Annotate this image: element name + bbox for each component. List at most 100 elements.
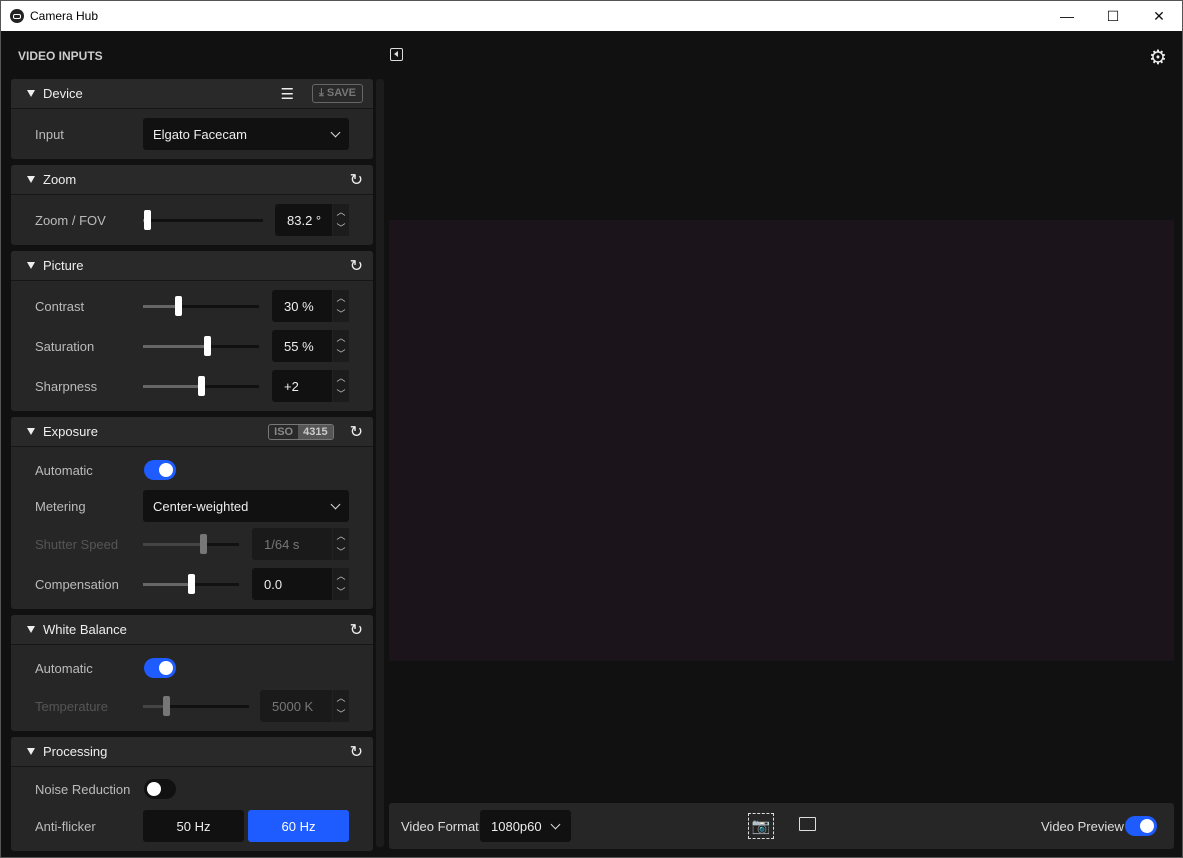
reset-icon[interactable]: ↻ xyxy=(350,422,363,442)
temperature-slider[interactable] xyxy=(143,695,249,716)
temperature-label: Temperature xyxy=(35,698,108,714)
saturation-slider[interactable] xyxy=(143,335,259,356)
window-title: Camera Hub xyxy=(30,9,99,23)
stepper[interactable]: ︿ ﹀ xyxy=(332,568,349,600)
collapse-triangle-icon[interactable] xyxy=(27,748,35,755)
camera-snapshot-icon[interactable]: 📷 xyxy=(747,812,775,840)
adjust-sliders-icon[interactable]: ☰ xyxy=(280,85,293,103)
save-button[interactable]: ⤓ SAVE xyxy=(311,84,363,103)
collapse-triangle-icon[interactable] xyxy=(27,176,35,183)
contrast-value-field[interactable]: 30 % ︿ ﹀ xyxy=(272,290,349,322)
video-preview xyxy=(389,220,1174,661)
input-label: Input xyxy=(35,126,64,142)
chevron-down-icon xyxy=(330,127,341,137)
anti-flicker-label: Anti-flicker xyxy=(35,818,96,834)
temperature-value-field[interactable]: 5000 K ︿ ﹀ xyxy=(260,690,349,722)
collapse-triangle-icon[interactable] xyxy=(27,90,35,97)
noise-reduction-label: Noise Reduction xyxy=(35,781,131,797)
iso-badge: ISO 4315 xyxy=(268,423,334,440)
input-select[interactable]: Elgato Facecam xyxy=(143,118,349,150)
auto-exposure-label: Automatic xyxy=(35,462,93,478)
stepper[interactable]: ︿ ﹀ xyxy=(332,528,349,560)
saturation-value-field[interactable]: 55 % ︿ ﹀ xyxy=(272,330,349,362)
video-format-select[interactable]: 1080p60 xyxy=(480,810,571,842)
shutter-value-field[interactable]: 1/64 s ︿ ﹀ xyxy=(252,528,349,560)
anti-flicker-50hz-button[interactable]: 50 Hz xyxy=(143,810,244,842)
maximize-button[interactable]: ☐ xyxy=(1090,1,1136,31)
section-title: White Balance xyxy=(43,622,127,637)
video-preview-label: Video Preview xyxy=(1041,819,1124,834)
reset-icon[interactable]: ↻ xyxy=(350,256,363,276)
anti-flicker-60hz-button[interactable]: 60 Hz xyxy=(248,810,349,842)
processing-section: Processing ↻ Noise Reduction Anti-flicker… xyxy=(11,737,373,851)
white-balance-section: White Balance ↻ Automatic Temperature 500… xyxy=(11,615,373,731)
slider-thumb[interactable] xyxy=(174,295,182,316)
compensation-label: Compensation xyxy=(35,576,119,592)
device-section: Device ☰ ⤓ SAVE Input Elgato Facecam xyxy=(11,79,373,159)
collapse-sidebar-icon[interactable] xyxy=(390,48,403,61)
bottom-toolbar: Video Format 1080p60 📷 Video Preview xyxy=(389,803,1174,849)
sidebar-title: VIDEO INPUTS xyxy=(18,49,103,63)
stepper[interactable]: ︿ ﹀ xyxy=(332,690,349,722)
reset-icon[interactable]: ↻ xyxy=(350,620,363,640)
exposure-section: Exposure ISO 4315 ↻ Automatic Metering Ce… xyxy=(11,417,373,609)
section-title: Picture xyxy=(43,258,84,273)
auto-exposure-toggle[interactable] xyxy=(144,460,176,480)
slider-thumb[interactable] xyxy=(163,695,171,716)
video-format-label: Video Format xyxy=(401,819,479,834)
collapse-triangle-icon[interactable] xyxy=(27,626,35,633)
picture-section: Picture ↻ Contrast 30 % ︿ ﹀ Saturation 55 %… xyxy=(11,251,373,411)
zoom-label: Zoom / FOV xyxy=(35,212,106,228)
sharpness-slider[interactable] xyxy=(143,375,259,396)
slider-thumb[interactable] xyxy=(203,335,211,356)
contrast-label: Contrast xyxy=(35,298,85,314)
compensation-slider[interactable] xyxy=(143,573,239,594)
reset-icon[interactable]: ↻ xyxy=(350,742,363,762)
saturation-label: Saturation xyxy=(35,338,95,354)
zoom-section: Zoom ↻ Zoom / FOV 83.2 ° ︿ ﹀ xyxy=(11,165,373,245)
picture-header[interactable]: Picture ↻ xyxy=(11,251,373,281)
app-icon xyxy=(10,9,24,23)
metering-label: Metering xyxy=(35,498,86,514)
noise-reduction-toggle[interactable] xyxy=(144,779,176,799)
reset-icon[interactable]: ↻ xyxy=(350,170,363,190)
folder-icon[interactable] xyxy=(799,817,816,831)
slider-thumb[interactable] xyxy=(143,209,151,230)
compensation-value-field[interactable]: 0.0 ︿ ﹀ xyxy=(252,568,349,600)
title-bar: Camera Hub — ☐ ✕ xyxy=(1,1,1182,31)
section-title: Device xyxy=(43,86,83,101)
shutter-slider[interactable] xyxy=(143,533,239,554)
close-button[interactable]: ✕ xyxy=(1136,1,1182,31)
collapse-triangle-icon[interactable] xyxy=(27,262,35,269)
zoom-slider[interactable] xyxy=(143,209,263,230)
stepper[interactable]: ︿ ﹀ xyxy=(332,290,349,322)
exposure-header[interactable]: Exposure ISO 4315 ↻ xyxy=(11,417,373,447)
zoom-value-field[interactable]: 83.2 ° ︿ ﹀ xyxy=(275,204,349,236)
auto-wb-toggle[interactable] xyxy=(144,658,176,678)
device-header[interactable]: Device ☰ ⤓ SAVE xyxy=(11,79,373,109)
settings-panel: Device ☰ ⤓ SAVE Input Elgato Facecam Zoo… xyxy=(11,79,373,857)
video-preview-toggle[interactable] xyxy=(1125,816,1157,836)
slider-thumb[interactable] xyxy=(198,375,205,396)
processing-header[interactable]: Processing ↻ xyxy=(11,737,373,767)
chevron-down-icon xyxy=(330,499,341,509)
slider-thumb[interactable] xyxy=(188,573,195,594)
sharpness-label: Sharpness xyxy=(35,378,98,394)
white-balance-header[interactable]: White Balance ↻ xyxy=(11,615,373,645)
shutter-label: Shutter Speed xyxy=(35,536,119,552)
auto-wb-label: Automatic xyxy=(35,660,93,676)
stepper[interactable]: ︿ ﹀ xyxy=(332,370,349,402)
metering-select[interactable]: Center-weighted xyxy=(143,490,349,522)
stepper[interactable]: ︿ ﹀ xyxy=(332,330,349,362)
minimize-button[interactable]: — xyxy=(1044,1,1090,31)
section-title: Exposure xyxy=(43,424,98,439)
slider-thumb[interactable] xyxy=(200,533,208,554)
scrollbar[interactable] xyxy=(376,79,384,847)
stepper[interactable]: ︿ ﹀ xyxy=(332,204,349,236)
collapse-triangle-icon[interactable] xyxy=(27,428,35,435)
section-title: Zoom xyxy=(43,172,77,187)
gear-icon[interactable]: ⚙ xyxy=(1149,45,1167,70)
contrast-slider[interactable] xyxy=(143,295,259,316)
sharpness-value-field[interactable]: +2 ︿ ﹀ xyxy=(272,370,349,402)
zoom-header[interactable]: Zoom ↻ xyxy=(11,165,373,195)
